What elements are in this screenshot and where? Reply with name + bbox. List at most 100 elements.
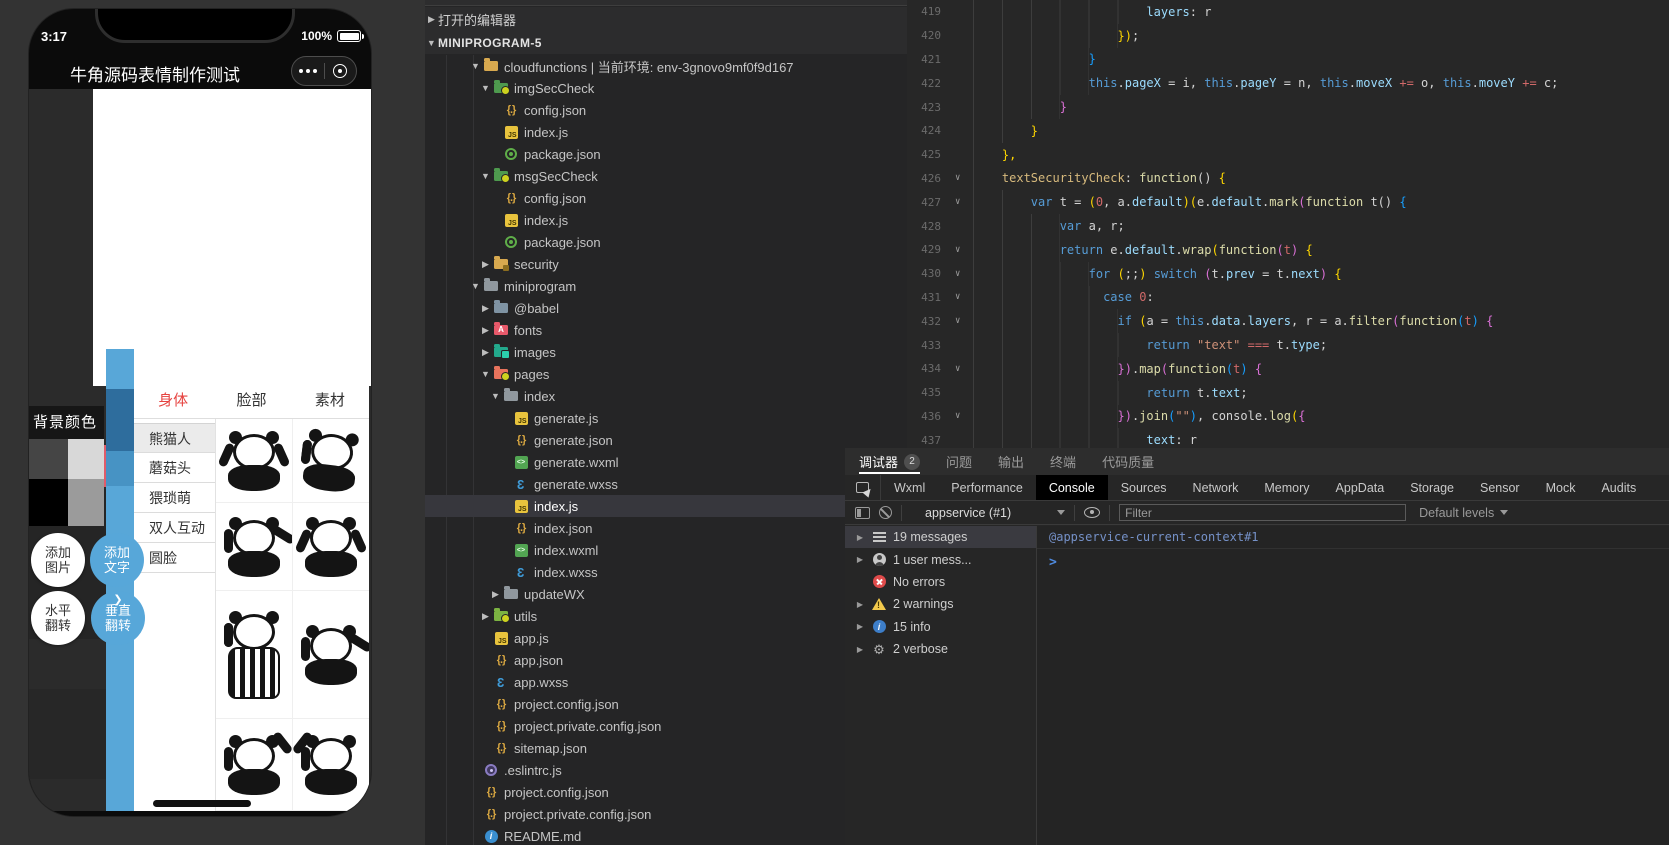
- tree-item-generate.js[interactable]: JS generate.js: [425, 407, 907, 429]
- sidebar-toggle-icon[interactable]: [855, 506, 870, 519]
- tree-item-imgSecCheck[interactable]: ▼ imgSecCheck: [425, 77, 907, 99]
- code-line-429[interactable]: 429 ∨ return e. default. wrap(function(t) {: [907, 237, 1669, 262]
- open-editors-header[interactable]: ▶ 打开的编辑器: [425, 7, 907, 31]
- tree-item-pages[interactable]: ▼ pages: [425, 363, 907, 385]
- devtools-tab-sensor[interactable]: Sensor: [1467, 475, 1533, 500]
- tree-item-images[interactable]: ▶ images: [425, 341, 907, 363]
- console-group-verbose[interactable]: ▶ ⚙ 2 verbose: [845, 638, 1036, 660]
- tree-item-index.wxml[interactable]: <> index.wxml: [425, 539, 907, 561]
- sticker-tab-素材[interactable]: 素材: [291, 383, 369, 418]
- code-line-436[interactable]: 436 ∨}). join(""), console. log({: [907, 404, 1669, 429]
- color-swatch[interactable]: [29, 479, 68, 526]
- clear-console-icon[interactable]: [879, 506, 892, 519]
- tree-item-app.wxss[interactable]: 3 app.wxss: [425, 671, 907, 693]
- console-prompt[interactable]: >: [1037, 549, 1669, 570]
- code-line-426[interactable]: 426 ∨ textSecurityCheck: function() {: [907, 166, 1669, 191]
- color-swatch[interactable]: [68, 439, 104, 479]
- color-swatch[interactable]: [68, 479, 104, 526]
- category-item[interactable]: 蘑菇头: [134, 453, 215, 483]
- code-line-419[interactable]: 419 layers: r: [907, 0, 1669, 24]
- console-group-info[interactable]: ▶ i 15 info: [845, 616, 1036, 638]
- devtools-tab-memory[interactable]: Memory: [1251, 475, 1322, 500]
- tree-item-project.private.config.json[interactable]: {.} project.private.config.json: [425, 715, 907, 737]
- sticker-item[interactable]: [216, 719, 293, 810]
- tree-item-project.config.json[interactable]: {.} project.config.json: [425, 693, 907, 715]
- code-line-435[interactable]: 435 return t. text;: [907, 380, 1669, 405]
- tree-item-README.md[interactable]: i README.md: [425, 825, 907, 845]
- console-group-warning[interactable]: ▶ 2 warnings: [845, 593, 1036, 615]
- sticker-item[interactable]: [216, 503, 293, 590]
- sticker-item[interactable]: [293, 719, 369, 810]
- fold-chevron-icon[interactable]: ∨: [955, 316, 973, 326]
- tree-item-project.private.config.json[interactable]: {.} project.private.config.json: [425, 803, 907, 825]
- sticker-item[interactable]: [216, 419, 293, 502]
- sticker-tab-脸部[interactable]: 脸部: [212, 383, 290, 418]
- code-line-420[interactable]: 420});: [907, 23, 1669, 48]
- fold-chevron-icon[interactable]: ∨: [955, 292, 973, 302]
- color-swatch[interactable]: [29, 439, 68, 479]
- devtools-tab-network[interactable]: Network: [1180, 475, 1252, 500]
- code-line-433[interactable]: 433 return "text" === t. type;: [907, 333, 1669, 357]
- tree-item-package.json[interactable]: package.json: [425, 231, 907, 253]
- tree-item-generate.wxml[interactable]: <> generate.wxml: [425, 451, 907, 473]
- tree-item-miniprogram[interactable]: ▼ miniprogram: [425, 275, 907, 297]
- code-line-434[interactable]: 434 ∨}). map(function(t) {: [907, 356, 1669, 381]
- drawing-canvas[interactable]: [93, 89, 371, 386]
- tree-item-generate.json[interactable]: {.} generate.json: [425, 429, 907, 451]
- more-dots-icon[interactable]: [292, 69, 324, 73]
- tree-item-app.json[interactable]: {.} app.json: [425, 649, 907, 671]
- sticker-item[interactable]: [293, 503, 369, 590]
- tree-item-project.config.json[interactable]: {.} project.config.json: [425, 781, 907, 803]
- code-line-428[interactable]: 428 var a, r;: [907, 214, 1669, 238]
- code-line-425[interactable]: 425},: [907, 142, 1669, 167]
- devtools-tab-wxml[interactable]: Wxml: [881, 475, 938, 500]
- code-line-422[interactable]: 422 this. pageX = i, this. pageY = n, this.…: [907, 71, 1669, 96]
- devtools-tab-audits[interactable]: Audits: [1588, 475, 1649, 500]
- category-item[interactable]: 双人互动: [134, 513, 215, 543]
- tree-item-.eslintrc.js[interactable]: .eslintrc.js: [425, 759, 907, 781]
- fold-chevron-icon[interactable]: ∨: [955, 197, 973, 207]
- code-line-437[interactable]: 437 text: r: [907, 428, 1669, 448]
- flip-vertical-button[interactable]: ❯ 垂直 翻转: [91, 591, 145, 645]
- console-group-error[interactable]: No errors: [845, 571, 1036, 593]
- tree-item-generate.wxss[interactable]: 3 generate.wxss: [425, 473, 907, 495]
- tree-item-index[interactable]: ▼ index: [425, 385, 907, 407]
- sticker-item[interactable]: [216, 591, 293, 718]
- tree-item-index.js[interactable]: JS index.js: [425, 495, 907, 517]
- fold-chevron-icon[interactable]: ∨: [955, 364, 973, 374]
- capsule-menu[interactable]: [291, 56, 357, 86]
- filter-input[interactable]: [1119, 504, 1407, 521]
- devtools-tab-performance[interactable]: Performance: [938, 475, 1036, 500]
- tree-item-security[interactable]: ▶ security: [425, 253, 907, 275]
- tree-item-updateWX[interactable]: ▶ updateWX: [425, 583, 907, 605]
- tree-item-cloudfunctions[interactable]: ▼ cloudfunctions | 当前环境: env-3gnovo9mf0f9…: [425, 55, 907, 77]
- code-line-432[interactable]: 432 ∨ if (a = this. data. layers, r = a. filt…: [907, 309, 1669, 334]
- inspect-element-button[interactable]: [845, 475, 881, 500]
- project-header[interactable]: ▼ MINIPROGRAM-5: [425, 31, 907, 54]
- target-icon[interactable]: [325, 64, 357, 78]
- log-levels-select[interactable]: Default levels: [1419, 506, 1509, 520]
- fold-chevron-icon[interactable]: ∨: [955, 269, 973, 279]
- tree-item-index.wxss[interactable]: 3 index.wxss: [425, 561, 907, 583]
- tree-item-sitemap.json[interactable]: {.} sitemap.json: [425, 737, 907, 759]
- code-line-423[interactable]: 423}: [907, 95, 1669, 119]
- debugger-tab-输出[interactable]: 输出: [998, 448, 1024, 475]
- debugger-tab-问题[interactable]: 问题: [946, 448, 972, 475]
- tree-item-utils[interactable]: ▶ utils: [425, 605, 907, 627]
- tree-item-package.json[interactable]: package.json: [425, 143, 907, 165]
- devtools-tab-console[interactable]: Console: [1035, 475, 1108, 500]
- eye-icon[interactable]: [1084, 507, 1101, 518]
- sticker-item[interactable]: [293, 419, 369, 502]
- code-line-421[interactable]: 421}: [907, 47, 1669, 72]
- add-text-button[interactable]: 添加 文字: [90, 533, 144, 587]
- sticker-tab-身体[interactable]: 身体: [134, 383, 212, 418]
- console-output[interactable]: @appservice-current-context#1 >: [1037, 526, 1669, 845]
- context-link[interactable]: @appservice-current-context#1: [1049, 530, 1259, 544]
- tree-item-app.js[interactable]: JS app.js: [425, 627, 907, 649]
- code-editor[interactable]: 419 layers: r 420}); 421} 422 this. pageX = i,…: [907, 0, 1669, 448]
- category-item[interactable]: 猥琐萌: [134, 483, 215, 513]
- tree-item-@babel[interactable]: ▶ @babel: [425, 297, 907, 319]
- devtools-tab-storage[interactable]: Storage: [1397, 475, 1467, 500]
- tree-item-fonts[interactable]: ▶ Afonts: [425, 319, 907, 341]
- add-image-button[interactable]: 添加 图片: [31, 533, 85, 587]
